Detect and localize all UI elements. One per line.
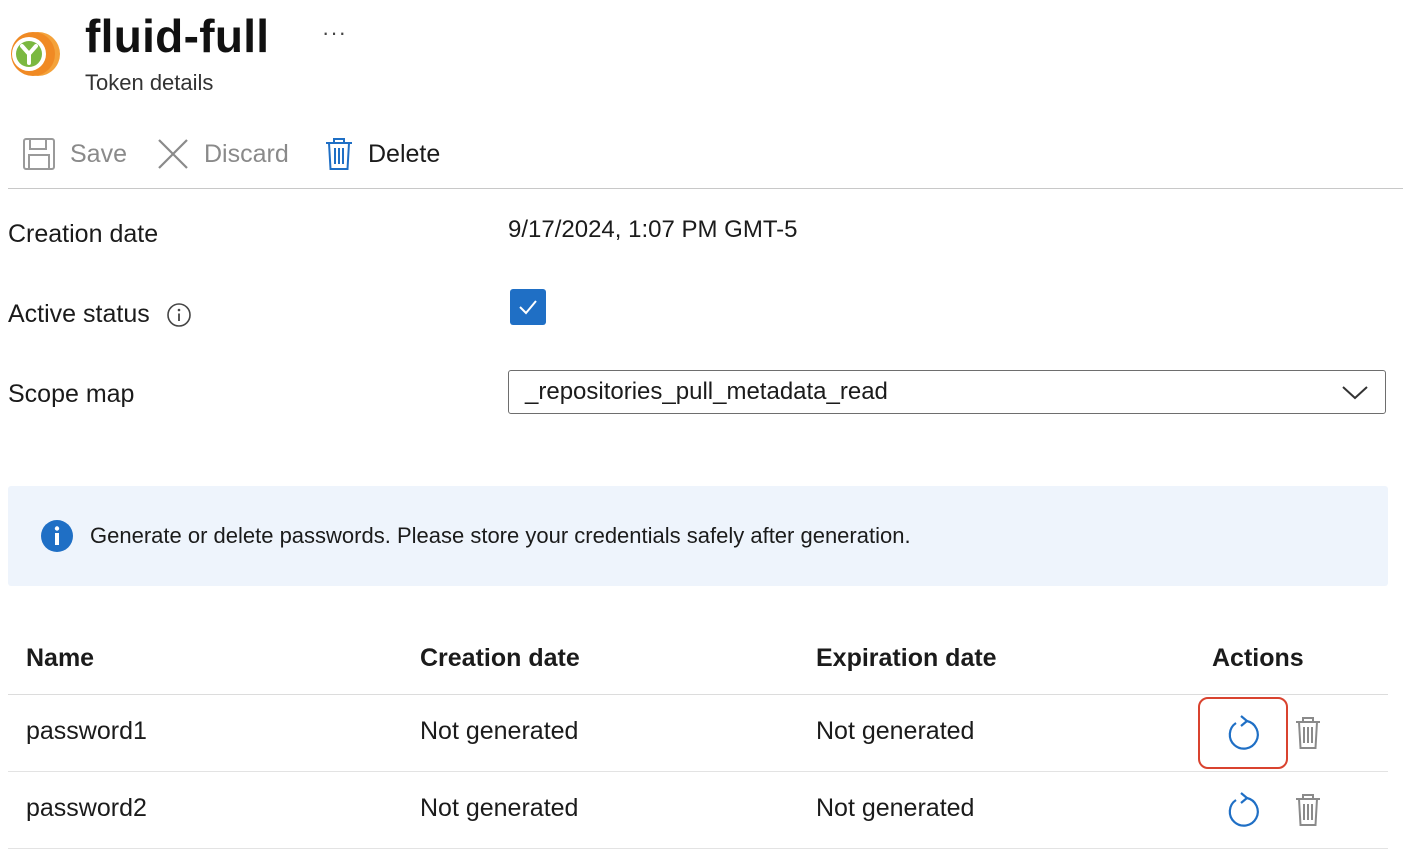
command-toolbar: Save Discard Delete bbox=[8, 128, 1403, 189]
container-registry-logo-icon bbox=[11, 32, 60, 76]
info-filled-icon bbox=[41, 520, 73, 552]
active-status-label-text: Active status bbox=[8, 300, 150, 328]
delete-password-button[interactable] bbox=[1292, 790, 1324, 830]
refresh-icon bbox=[1228, 792, 1259, 827]
trash-icon bbox=[1296, 717, 1320, 749]
token-details-page: fluid-full ··· Token details Save Discar… bbox=[0, 0, 1403, 864]
creation-date-label: Creation date bbox=[8, 220, 158, 249]
creation-date-label-text: Creation date bbox=[8, 220, 159, 248]
chevron-down-icon bbox=[1342, 386, 1368, 400]
password-name-link[interactable]: password2 bbox=[26, 794, 147, 823]
password-name-link[interactable]: password1 bbox=[26, 717, 147, 746]
close-icon bbox=[158, 139, 188, 169]
scope-map-label: Scope map bbox=[8, 380, 134, 409]
page-subtitle: Token details bbox=[85, 70, 214, 95]
regenerate-password-button[interactable] bbox=[1198, 697, 1288, 769]
delete-password-button[interactable] bbox=[1292, 713, 1324, 753]
page-title: fluid-full bbox=[85, 10, 270, 62]
passwords-table: Name Creation date Expiration date Actio… bbox=[8, 626, 1388, 849]
column-header-creation-date[interactable]: Creation date bbox=[420, 644, 580, 673]
password-expiration-date: Not generated bbox=[816, 794, 975, 822]
refresh-icon bbox=[1228, 715, 1259, 750]
column-header-actions: Actions bbox=[1212, 644, 1304, 672]
discard-button[interactable]: Discard bbox=[156, 134, 289, 174]
password-expiration-date: Not generated bbox=[816, 717, 975, 745]
save-button[interactable]: Save bbox=[22, 134, 127, 174]
password-creation-date: Not generated bbox=[420, 794, 579, 822]
password-creation-date: Not generated bbox=[420, 717, 579, 745]
checkmark-icon bbox=[519, 300, 537, 315]
delete-button-label: Delete bbox=[368, 139, 441, 168]
table-row: password1 Not generated Not generated bbox=[8, 695, 1388, 772]
regenerate-password-button[interactable] bbox=[1198, 774, 1288, 846]
column-header-expiration-date[interactable]: Expiration date bbox=[816, 644, 997, 673]
info-banner: Generate or delete passwords. Please sto… bbox=[8, 486, 1388, 586]
scope-map-selected-value: _repositories_pull_metadata_read bbox=[525, 378, 888, 405]
save-button-label: Save bbox=[70, 139, 127, 168]
table-header-row: Name Creation date Expiration date Actio… bbox=[8, 626, 1388, 695]
scope-map-label-text: Scope map bbox=[8, 380, 135, 408]
delete-button[interactable]: Delete bbox=[324, 134, 440, 174]
active-status-checkbox[interactable] bbox=[510, 289, 546, 325]
trash-icon bbox=[326, 138, 352, 170]
more-options-button[interactable]: ··· bbox=[322, 20, 347, 46]
trash-icon bbox=[1296, 794, 1320, 826]
creation-date-value: 9/17/2024, 1:07 PM GMT-5 bbox=[508, 216, 798, 243]
discard-button-label: Discard bbox=[204, 139, 289, 168]
info-outline-icon[interactable] bbox=[166, 302, 192, 328]
table-row: password2 Not generated Not generated bbox=[8, 772, 1388, 849]
save-icon bbox=[23, 138, 55, 170]
active-status-label: Active status bbox=[8, 300, 192, 329]
column-header-name[interactable]: Name bbox=[26, 644, 94, 673]
page-header: fluid-full ··· Token details bbox=[8, 8, 1388, 108]
scope-map-dropdown[interactable]: _repositories_pull_metadata_read bbox=[508, 370, 1386, 414]
info-banner-text: Generate or delete passwords. Please sto… bbox=[90, 523, 911, 548]
